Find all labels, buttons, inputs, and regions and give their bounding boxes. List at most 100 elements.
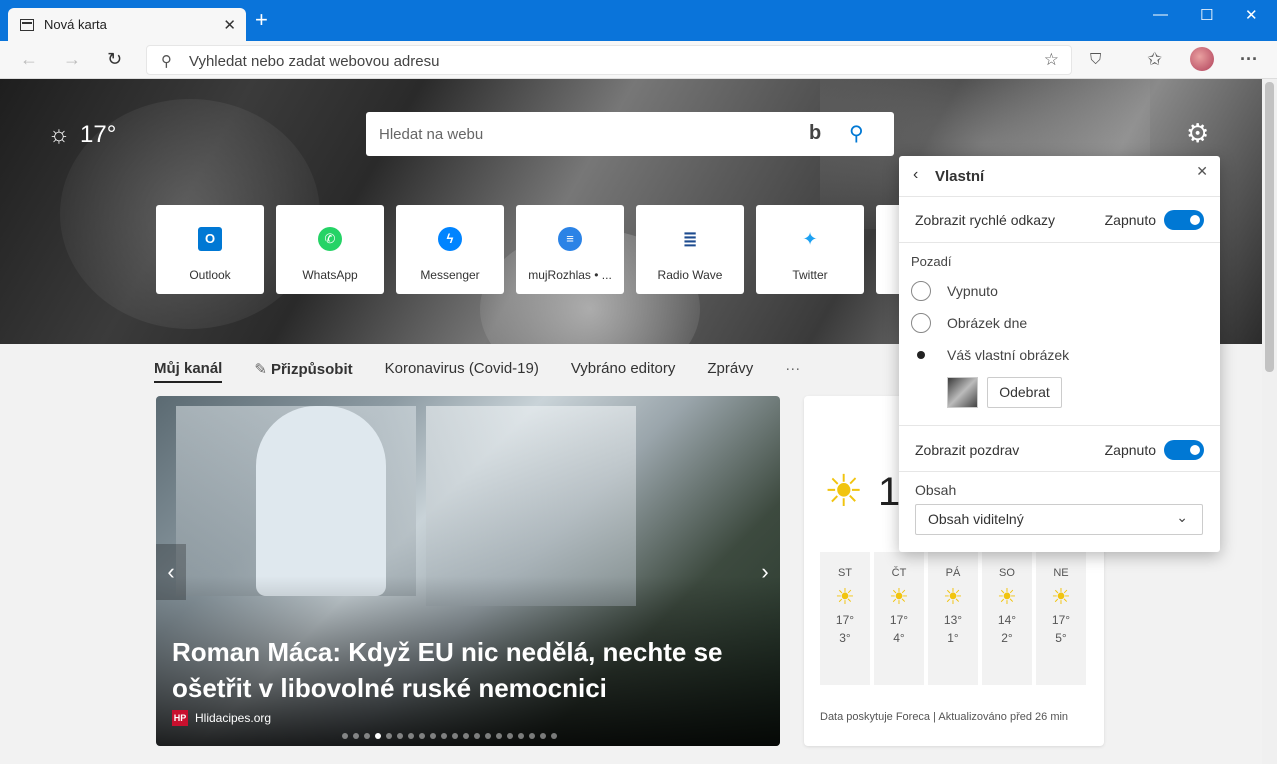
window-close-icon[interactable]: ✕ (1245, 6, 1258, 24)
day-name: NE (1053, 567, 1069, 579)
new-tab-button[interactable]: + (255, 9, 268, 31)
minimize-icon[interactable]: — (1153, 6, 1168, 23)
carousel-dot[interactable] (507, 733, 513, 739)
page-scrollbar[interactable] (1262, 79, 1277, 764)
carousel-dot[interactable] (496, 733, 502, 739)
forecast-day[interactable]: ST ☀ 17° 3° (820, 552, 870, 685)
quick-link-messenger[interactable]: ϟ Messenger (396, 205, 504, 294)
forecast-day[interactable]: NE ☀ 17° 5° (1036, 552, 1086, 685)
carousel-dot[interactable] (419, 733, 425, 739)
web-search-box[interactable]: Hledat na webu b ⚲ (366, 112, 894, 156)
forecast-days: ST ☀ 17° 3° ČT ☀ 17° 4° PÁ ☀ 13° 1° SO ☀… (820, 552, 1086, 685)
day-low: 1° (947, 631, 959, 645)
settings-gear-icon[interactable]: ⚙ (1186, 118, 1209, 149)
quick-link-mujrozhlas[interactable]: ≡ mujRozhlas • ... (516, 205, 624, 294)
day-low: 3° (839, 631, 851, 645)
day-low: 4° (893, 631, 905, 645)
background-option-custom[interactable]: Váš vlastní obrázek (911, 345, 1069, 365)
carousel-dot[interactable] (452, 733, 458, 739)
quick-link-radio-wave[interactable]: ≣ Radio Wave (636, 205, 744, 294)
more-menu-icon[interactable]: ··· (1240, 49, 1258, 70)
browser-tab[interactable]: Nová karta ✕ (8, 8, 246, 41)
background-option-image-of-day[interactable]: Obrázek dne (911, 313, 1027, 333)
quick-link-twitter[interactable]: ✦ Twitter (756, 205, 864, 294)
carousel-dot[interactable] (551, 733, 557, 739)
radio-button[interactable] (911, 281, 931, 301)
sun-icon: ☀ (1051, 584, 1071, 609)
carousel-dot[interactable] (441, 733, 447, 739)
search-icon: ⚲ (161, 53, 172, 70)
quick-link-outlook[interactable]: O Outlook (156, 205, 264, 294)
weather-widget[interactable]: ☼ 17° (48, 121, 116, 149)
divider (899, 425, 1220, 426)
forecast-day[interactable]: PÁ ☀ 13° 1° (928, 552, 978, 685)
favorite-star-icon[interactable]: ☆ (1044, 50, 1059, 70)
quick-link-label: Messenger (420, 268, 480, 282)
personalize-label: Přizpůsobit (270, 361, 353, 378)
carousel-dot[interactable] (408, 733, 414, 739)
search-icon[interactable]: ⚲ (849, 121, 864, 146)
article-headline[interactable]: Roman Máca: Když EU nic nedělá, nechte s… (172, 634, 752, 706)
bing-logo-icon: b (809, 122, 822, 144)
carousel-dot[interactable] (397, 733, 403, 739)
profile-avatar[interactable] (1190, 47, 1214, 71)
more-tabs-icon[interactable]: ··· (785, 360, 800, 383)
day-name: PÁ (945, 567, 961, 579)
favorites-icon[interactable]: ✩ (1147, 49, 1162, 70)
carousel-dot[interactable] (518, 733, 524, 739)
carousel-dot[interactable] (485, 733, 491, 739)
quick-link-whatsapp[interactable]: ✆ WhatsApp (276, 205, 384, 294)
close-panel-icon[interactable]: ✕ (1196, 163, 1208, 180)
radio-button[interactable] (911, 313, 931, 333)
tab-my-feed[interactable]: Můj kanál (154, 360, 223, 383)
carousel-dot[interactable] (474, 733, 480, 739)
greeting-toggle[interactable] (1164, 440, 1204, 460)
messenger-icon: ϟ (438, 227, 462, 251)
tab-coronavirus[interactable]: Koronavirus (Covid-19) (385, 360, 539, 383)
forward-icon[interactable]: → (63, 49, 81, 70)
previous-article-button[interactable]: ‹ (156, 544, 186, 600)
sun-icon: ☀ (824, 467, 864, 516)
maximize-icon[interactable]: ☐ (1200, 6, 1213, 24)
forecast-day[interactable]: ČT ☀ 17° 4° (874, 552, 924, 685)
background-option-off[interactable]: Vypnuto (911, 281, 998, 301)
back-icon[interactable]: ← (20, 49, 38, 70)
custom-image-thumbnail (947, 377, 978, 408)
carousel-dot[interactable] (386, 733, 392, 739)
day-high: 13° (943, 613, 963, 627)
remove-image-button[interactable]: Odebrat (987, 377, 1062, 408)
carousel-dot[interactable] (342, 733, 348, 739)
forecast-day[interactable]: SO ☀ 14° 2° (982, 552, 1032, 685)
scrollbar-thumb[interactable] (1265, 82, 1274, 372)
tab-title: Nová karta (44, 17, 107, 32)
carousel-dot[interactable] (353, 733, 359, 739)
tab-news[interactable]: Zprávy (707, 360, 753, 383)
shield-extension-icon[interactable]: ⛉ (1090, 51, 1101, 68)
greeting-state: Zapnuto (1104, 442, 1156, 458)
tab-editors-picks[interactable]: Vybráno editory (571, 360, 676, 383)
day-high: 14° (997, 613, 1017, 627)
carousel-dot[interactable] (463, 733, 469, 739)
address-bar[interactable]: ⚲ Vyhledat nebo zadat webovou adresu ☆ (146, 45, 1072, 75)
pencil-icon: ✎ (254, 361, 267, 378)
featured-article[interactable]: ‹ › Roman Máca: Když EU nic nedělá, nech… (156, 396, 780, 746)
weather-current-temp: 1 (878, 470, 901, 514)
tab-personalize[interactable]: ✎ Přizpůsobit (254, 360, 352, 383)
content-dropdown[interactable]: Obsah viditelný ⌄ (915, 504, 1203, 535)
option-label: Váš vlastní obrázek (947, 347, 1070, 363)
back-chevron-icon[interactable]: ‹ (913, 166, 918, 184)
carousel-dot[interactable] (364, 733, 370, 739)
carousel-dot-active[interactable] (375, 733, 381, 739)
carousel-dot[interactable] (529, 733, 535, 739)
day-high: 17° (1051, 613, 1071, 627)
day-low: 2° (1001, 631, 1013, 645)
close-tab-icon[interactable]: ✕ (223, 16, 236, 34)
quick-links-state: Zapnuto (1104, 212, 1156, 228)
radio-button-selected[interactable] (911, 345, 931, 365)
refresh-icon[interactable]: ↻ (107, 49, 122, 70)
carousel-dot[interactable] (430, 733, 436, 739)
next-article-button[interactable]: › (750, 544, 780, 600)
quick-links-toggle[interactable] (1164, 210, 1204, 230)
carousel-dot[interactable] (540, 733, 546, 739)
carousel-indicators (342, 733, 557, 739)
